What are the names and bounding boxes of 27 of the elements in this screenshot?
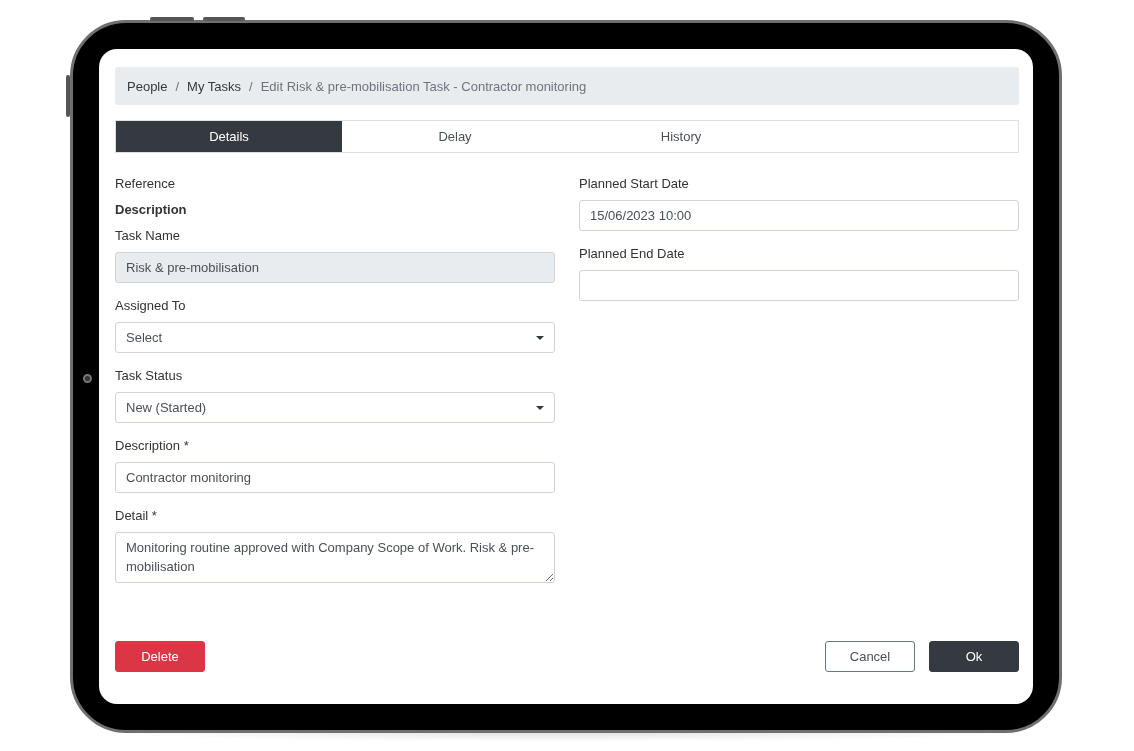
tab[interactable]: Details	[116, 121, 342, 152]
camera-dot	[83, 374, 92, 383]
input-field[interactable]	[579, 270, 1019, 301]
field-label: Detail *	[115, 507, 158, 525]
breadcrumb-separator: /	[174, 78, 181, 94]
ok-button[interactable]: Ok	[929, 641, 1019, 672]
field-label: Task Name	[115, 227, 182, 245]
breadcrumb-link[interactable]: My Tasks	[187, 78, 242, 94]
field-label: Task Status	[115, 367, 184, 385]
input-field[interactable]: 15/06/2023 10:00	[579, 200, 1019, 231]
caret-icon	[536, 335, 544, 340]
field-label: Description *	[115, 437, 190, 455]
delete-button[interactable]: Delete	[115, 641, 205, 672]
select-field[interactable]: New (Started)	[115, 392, 555, 423]
caret-icon	[536, 405, 544, 410]
field-label: Planned End Date	[579, 245, 686, 263]
input-field[interactable]: Contractor monitoring	[115, 462, 555, 493]
field-label: Reference	[115, 175, 176, 193]
field-label: Assigned To	[115, 297, 187, 315]
breadcrumb-link[interactable]: People	[127, 78, 168, 94]
section-heading: Description	[115, 201, 188, 219]
cancel-button[interactable]: Cancel	[825, 641, 915, 672]
select-field[interactable]: Select	[115, 322, 555, 353]
breadcrumb-link[interactable]: Edit Risk & pre-mobilisation Task - Contractor monitoring	[260, 78, 587, 94]
text-area[interactable]: Monitoring routine approved with Company Scope of Work. Risk & pre-mobilisation	[115, 532, 555, 583]
field-label: Planned Start Date	[579, 175, 690, 193]
breadcrumb-separator: /	[248, 78, 254, 94]
